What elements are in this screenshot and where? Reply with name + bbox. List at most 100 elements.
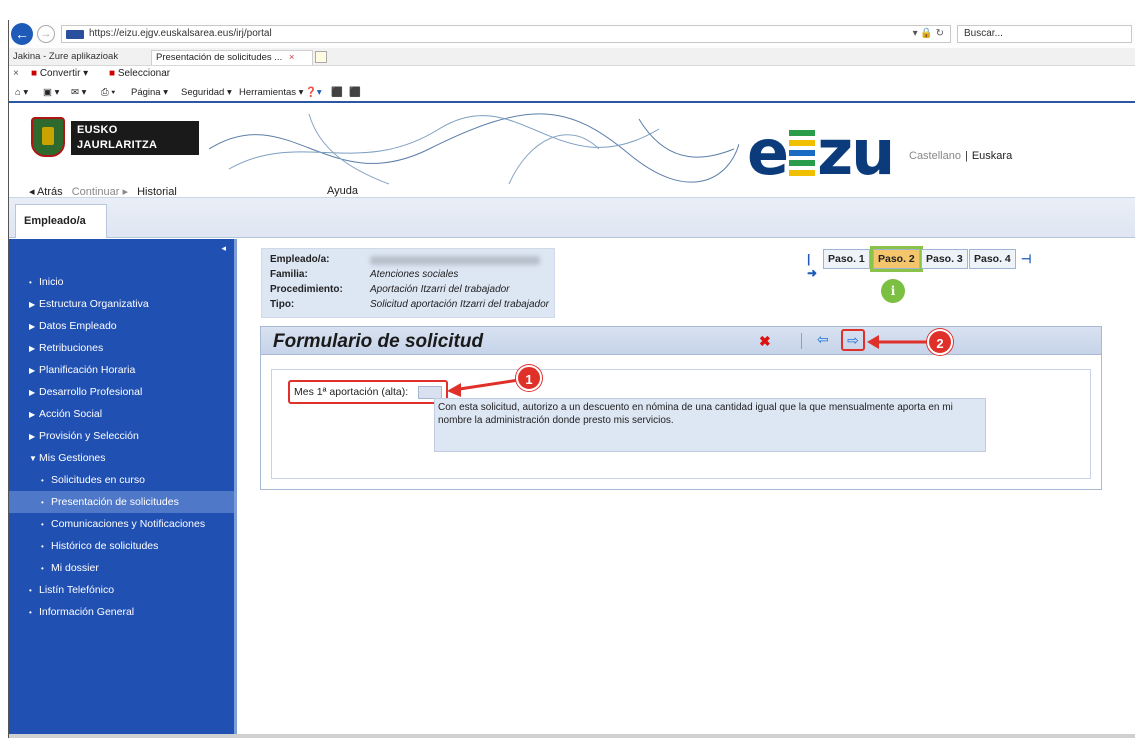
browser-tab-presentacion[interactable]: Presentación de solicitudes ... × bbox=[151, 50, 313, 65]
bullet-icon: • bbox=[29, 586, 32, 595]
coat-of-arms-icon bbox=[31, 117, 65, 157]
page-menu-label: Página bbox=[131, 87, 161, 98]
search-input[interactable]: Buscar... bbox=[957, 25, 1132, 43]
portal-header: EUSKO JAURLARITZA GOBIERNO VASCO e zu Cas… bbox=[9, 105, 1135, 198]
back-arrow-icon[interactable]: ← bbox=[11, 23, 33, 45]
select-label: Seleccionar bbox=[117, 68, 171, 79]
sidebar-item-mis-gestiones[interactable]: ▼ Mis Gestiones bbox=[9, 447, 234, 469]
expand-arrow-icon: ▶ bbox=[29, 366, 36, 375]
mail-icon[interactable]: ✉ ▾ bbox=[71, 87, 86, 98]
form-header: Formulario de solicitud ✖ ⇦ ⇨ bbox=[261, 327, 1101, 355]
help-icon[interactable]: ❓▾ bbox=[305, 87, 322, 98]
sidebar-item-listin[interactable]: • Listín Telefónico bbox=[9, 579, 234, 601]
convert-button[interactable]: ■ Convertir ▾ bbox=[31, 68, 88, 79]
browser-tab-row: Jakina - Zure aplikazioak Presentación d… bbox=[9, 48, 1135, 66]
sidebar-item-label: Estructura Organizativa bbox=[39, 298, 149, 310]
sidebar-item-label: Inicio bbox=[39, 276, 64, 288]
request-form: Formulario de solicitud ✖ ⇦ ⇨ Mes 1ª apo… bbox=[260, 326, 1102, 490]
expand-arrow-icon: ▶ bbox=[29, 300, 36, 309]
sidebar-item-label: Solicitudes en curso bbox=[51, 474, 145, 486]
lang-castellano-link[interactable]: Castellano bbox=[909, 150, 961, 162]
collapse-sidebar-icon[interactable]: ◂ bbox=[221, 243, 226, 254]
home-icon[interactable]: ⌂ ▾ bbox=[15, 87, 28, 98]
forward-arrow-icon[interactable]: → bbox=[37, 25, 55, 43]
sidebar-item-desarrollo[interactable]: ▶ Desarrollo Profesional bbox=[9, 381, 234, 403]
sidebar-item-solicitudes-curso[interactable]: • Solicitudes en curso bbox=[9, 469, 234, 491]
authorization-text: Con esta solicitud, autorizo a un descue… bbox=[434, 398, 986, 452]
delete-icon[interactable]: ✖ bbox=[759, 333, 771, 350]
expand-arrow-icon: ▶ bbox=[29, 388, 36, 397]
help-link[interactable]: Ayuda bbox=[327, 185, 358, 197]
sidebar-item-label: Acción Social bbox=[39, 408, 103, 420]
browser-tab-jakina[interactable]: Jakina - Zure aplikazioak bbox=[9, 50, 149, 65]
tools-menu[interactable]: Herramientas ▾ bbox=[239, 87, 303, 98]
info-row-type: Tipo: Solicitud aportación Itzarri del t… bbox=[270, 299, 549, 314]
previous-arrow-icon[interactable]: ⇦ bbox=[817, 331, 829, 348]
bullet-icon: • bbox=[29, 278, 32, 287]
sidebar-item-retribuciones[interactable]: ▶ Retribuciones bbox=[9, 337, 234, 359]
url-tools[interactable]: ▾ 🔒 ↻ bbox=[913, 28, 944, 39]
page-menu[interactable]: Página ▾ bbox=[131, 87, 168, 98]
family-value: Atenciones sociales bbox=[370, 269, 459, 280]
eizu-logo: e zu bbox=[747, 122, 895, 184]
sidebar-item-label: Retribuciones bbox=[39, 342, 104, 354]
sidebar-item-informacion[interactable]: • Información General bbox=[9, 601, 234, 623]
sidebar-item-planificacion[interactable]: ▶ Planificación Horaria bbox=[9, 359, 234, 381]
expand-arrow-icon: ▶ bbox=[29, 410, 36, 419]
bullet-icon: • bbox=[41, 520, 44, 529]
bullet-icon: • bbox=[29, 608, 32, 617]
lang-euskara-link[interactable]: Euskara bbox=[972, 150, 1012, 162]
sidebar: ◂ • Inicio ▶ Estructura Organizativa ▶ Dato… bbox=[9, 239, 237, 738]
month-field-group: Mes 1ª aportación (alta): bbox=[288, 380, 448, 404]
procedure-value: Aportación Itzarri del trabajador bbox=[370, 284, 510, 295]
sidebar-item-historico[interactable]: • Histórico de solicitudes bbox=[9, 535, 234, 557]
sidebar-item-estructura[interactable]: ▶ Estructura Organizativa bbox=[9, 293, 234, 315]
step-1[interactable]: Paso. 1 bbox=[823, 249, 870, 269]
horizontal-scrollbar[interactable] bbox=[9, 734, 1135, 738]
command-bar: ⌂ ▾ ▣ ▾ ✉ ▾ ⎙ ▾ Página ▾ Seguridad ▾ Her… bbox=[9, 83, 1135, 103]
eizu-bars-icon bbox=[789, 130, 816, 176]
bullet-icon: • bbox=[41, 476, 44, 485]
tab-empleado[interactable]: Empleado/a bbox=[15, 204, 107, 238]
close-tab-icon[interactable]: × bbox=[289, 52, 295, 63]
callout-2: 2 bbox=[927, 329, 953, 355]
new-tab-icon[interactable] bbox=[315, 51, 327, 63]
callout-1: 1 bbox=[516, 365, 542, 391]
request-info: Empleado/a: Familia: Atenciones sociales… bbox=[261, 248, 555, 318]
convert-toolbar: × ■ Convertir ▾ ■ Seleccionar bbox=[9, 66, 1135, 83]
sidebar-item-label: Listín Telefónico bbox=[39, 584, 115, 596]
family-label: Familia: bbox=[270, 269, 308, 280]
feeds-icon[interactable]: ▣ ▾ bbox=[43, 87, 59, 98]
sidebar-item-label: Información General bbox=[39, 606, 135, 618]
gov-name-line1: EUSKO JAURLARITZA bbox=[77, 124, 158, 151]
url-field[interactable]: https://eizu.ejgv.euskalsarea.eus/irj/po… bbox=[61, 25, 951, 43]
first-step-icon[interactable]: |➜ bbox=[807, 252, 817, 280]
sidebar-item-provision[interactable]: ▶ Provisión y Selección bbox=[9, 425, 234, 447]
next-arrow-icon[interactable]: ⇨ bbox=[841, 329, 865, 351]
print-icon[interactable]: ⎙ ▾ bbox=[101, 87, 115, 98]
step-3[interactable]: Paso. 3 bbox=[921, 249, 968, 269]
pdf-convert-icon[interactable]: ⬛ bbox=[349, 87, 361, 98]
sidebar-menu: • Inicio ▶ Estructura Organizativa ▶ Datos … bbox=[9, 271, 234, 623]
sidebar-item-label: Presentación de solicitudes bbox=[51, 496, 179, 508]
sidebar-item-label: Datos Empleado bbox=[39, 320, 117, 332]
sidebar-item-label: Comunicaciones y Notificaciones bbox=[51, 518, 206, 530]
eizu-logo-right: zu bbox=[817, 116, 895, 189]
close-toolbar-icon[interactable]: × bbox=[13, 68, 19, 79]
sidebar-item-inicio[interactable]: • Inicio bbox=[9, 271, 234, 293]
sidebar-item-datos-empleado[interactable]: ▶ Datos Empleado bbox=[9, 315, 234, 337]
info-row-employee: Empleado/a: bbox=[270, 254, 546, 269]
select-button[interactable]: ■ Seleccionar bbox=[109, 68, 170, 79]
info-icon[interactable]: i bbox=[881, 279, 905, 303]
pdf-icon[interactable]: ⬛ bbox=[331, 87, 343, 98]
sidebar-item-mi-dossier[interactable]: • Mi dossier bbox=[9, 557, 234, 579]
expand-arrow-icon: ▶ bbox=[29, 344, 36, 353]
step-4[interactable]: Paso. 4 bbox=[969, 249, 1016, 269]
sidebar-item-accion-social[interactable]: ▶ Acción Social bbox=[9, 403, 234, 425]
security-menu[interactable]: Seguridad ▾ bbox=[181, 87, 232, 98]
step-2-current[interactable]: Paso. 2 bbox=[870, 246, 923, 272]
address-bar-row: ← → https://eizu.ejgv.euskalsarea.eus/ir… bbox=[9, 20, 1135, 48]
sidebar-item-presentacion[interactable]: • Presentación de solicitudes bbox=[9, 491, 234, 513]
sidebar-item-comunicaciones[interactable]: • Comunicaciones y Notificaciones bbox=[9, 513, 234, 535]
last-step-icon[interactable]: ⊣ bbox=[1021, 252, 1031, 266]
